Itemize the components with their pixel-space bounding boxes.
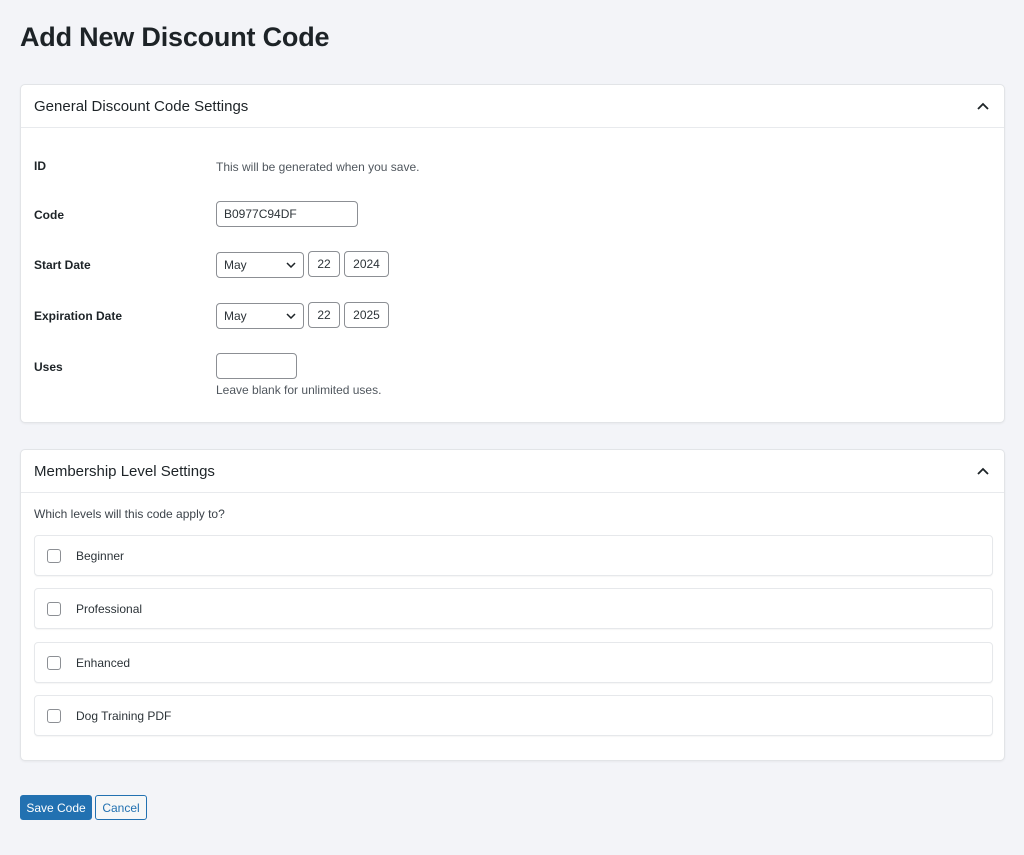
level-label: Enhanced (76, 655, 131, 670)
level-label: Dog Training PDF (76, 708, 172, 723)
level-label: Beginner (76, 548, 125, 563)
start-month-select[interactable]: May (216, 252, 304, 278)
id-value-text: This will be generated when you save. (216, 160, 420, 174)
expiration-day-input[interactable]: 22 (308, 302, 340, 328)
uses-label: Uses (34, 360, 63, 374)
level-row-enhanced[interactable]: Enhanced (34, 642, 993, 683)
chevron-down-icon (286, 262, 296, 268)
levels-question: Which levels will this code apply to? (34, 507, 225, 521)
expiration-day-value: 22 (317, 308, 331, 322)
membership-level-panel: Membership Level Settings Which levels w… (20, 449, 1005, 761)
general-settings-header[interactable]: General Discount Code Settings (21, 85, 1004, 128)
expiration-month-select[interactable]: May (216, 303, 304, 329)
expiration-month-value: May (224, 309, 247, 323)
uses-input[interactable] (216, 353, 297, 379)
membership-level-header[interactable]: Membership Level Settings (21, 450, 1004, 493)
page-title: Add New Discount Code (20, 22, 330, 52)
level-checkbox[interactable] (47, 601, 61, 616)
id-label: ID (34, 159, 46, 173)
chevron-up-icon[interactable] (975, 98, 991, 114)
level-checkbox[interactable] (47, 708, 61, 723)
start-month-value: May (224, 258, 247, 272)
expiration-year-value: 2025 (353, 308, 380, 322)
chevron-down-icon (286, 313, 296, 319)
code-input[interactable]: B0977C94DF (216, 201, 358, 227)
expiration-date-label: Expiration Date (34, 309, 123, 323)
uses-help-text: Leave blank for unlimited uses. (216, 383, 382, 397)
start-date-label: Start Date (34, 258, 91, 272)
start-year-value: 2024 (353, 257, 380, 271)
level-label: Professional (76, 601, 143, 616)
level-row-beginner[interactable]: Beginner (34, 535, 993, 576)
general-settings-panel: General Discount Code Settings ID This w… (20, 84, 1005, 423)
cancel-button[interactable]: Cancel (95, 795, 147, 820)
expiration-year-input[interactable]: 2025 (344, 302, 389, 328)
code-input-value: B0977C94DF (224, 207, 297, 221)
code-label: Code (34, 208, 64, 222)
level-checkbox[interactable] (47, 548, 61, 563)
level-row-professional[interactable]: Professional (34, 588, 993, 629)
start-year-input[interactable]: 2024 (344, 251, 389, 277)
start-day-input[interactable]: 22 (308, 251, 340, 277)
level-row-dog-training-pdf[interactable]: Dog Training PDF (34, 695, 993, 736)
start-day-value: 22 (317, 257, 331, 271)
membership-level-title: Membership Level Settings (34, 462, 215, 480)
level-checkbox[interactable] (47, 655, 61, 670)
general-settings-title: General Discount Code Settings (34, 97, 249, 115)
chevron-up-icon[interactable] (975, 463, 991, 479)
save-code-button[interactable]: Save Code (20, 795, 92, 820)
